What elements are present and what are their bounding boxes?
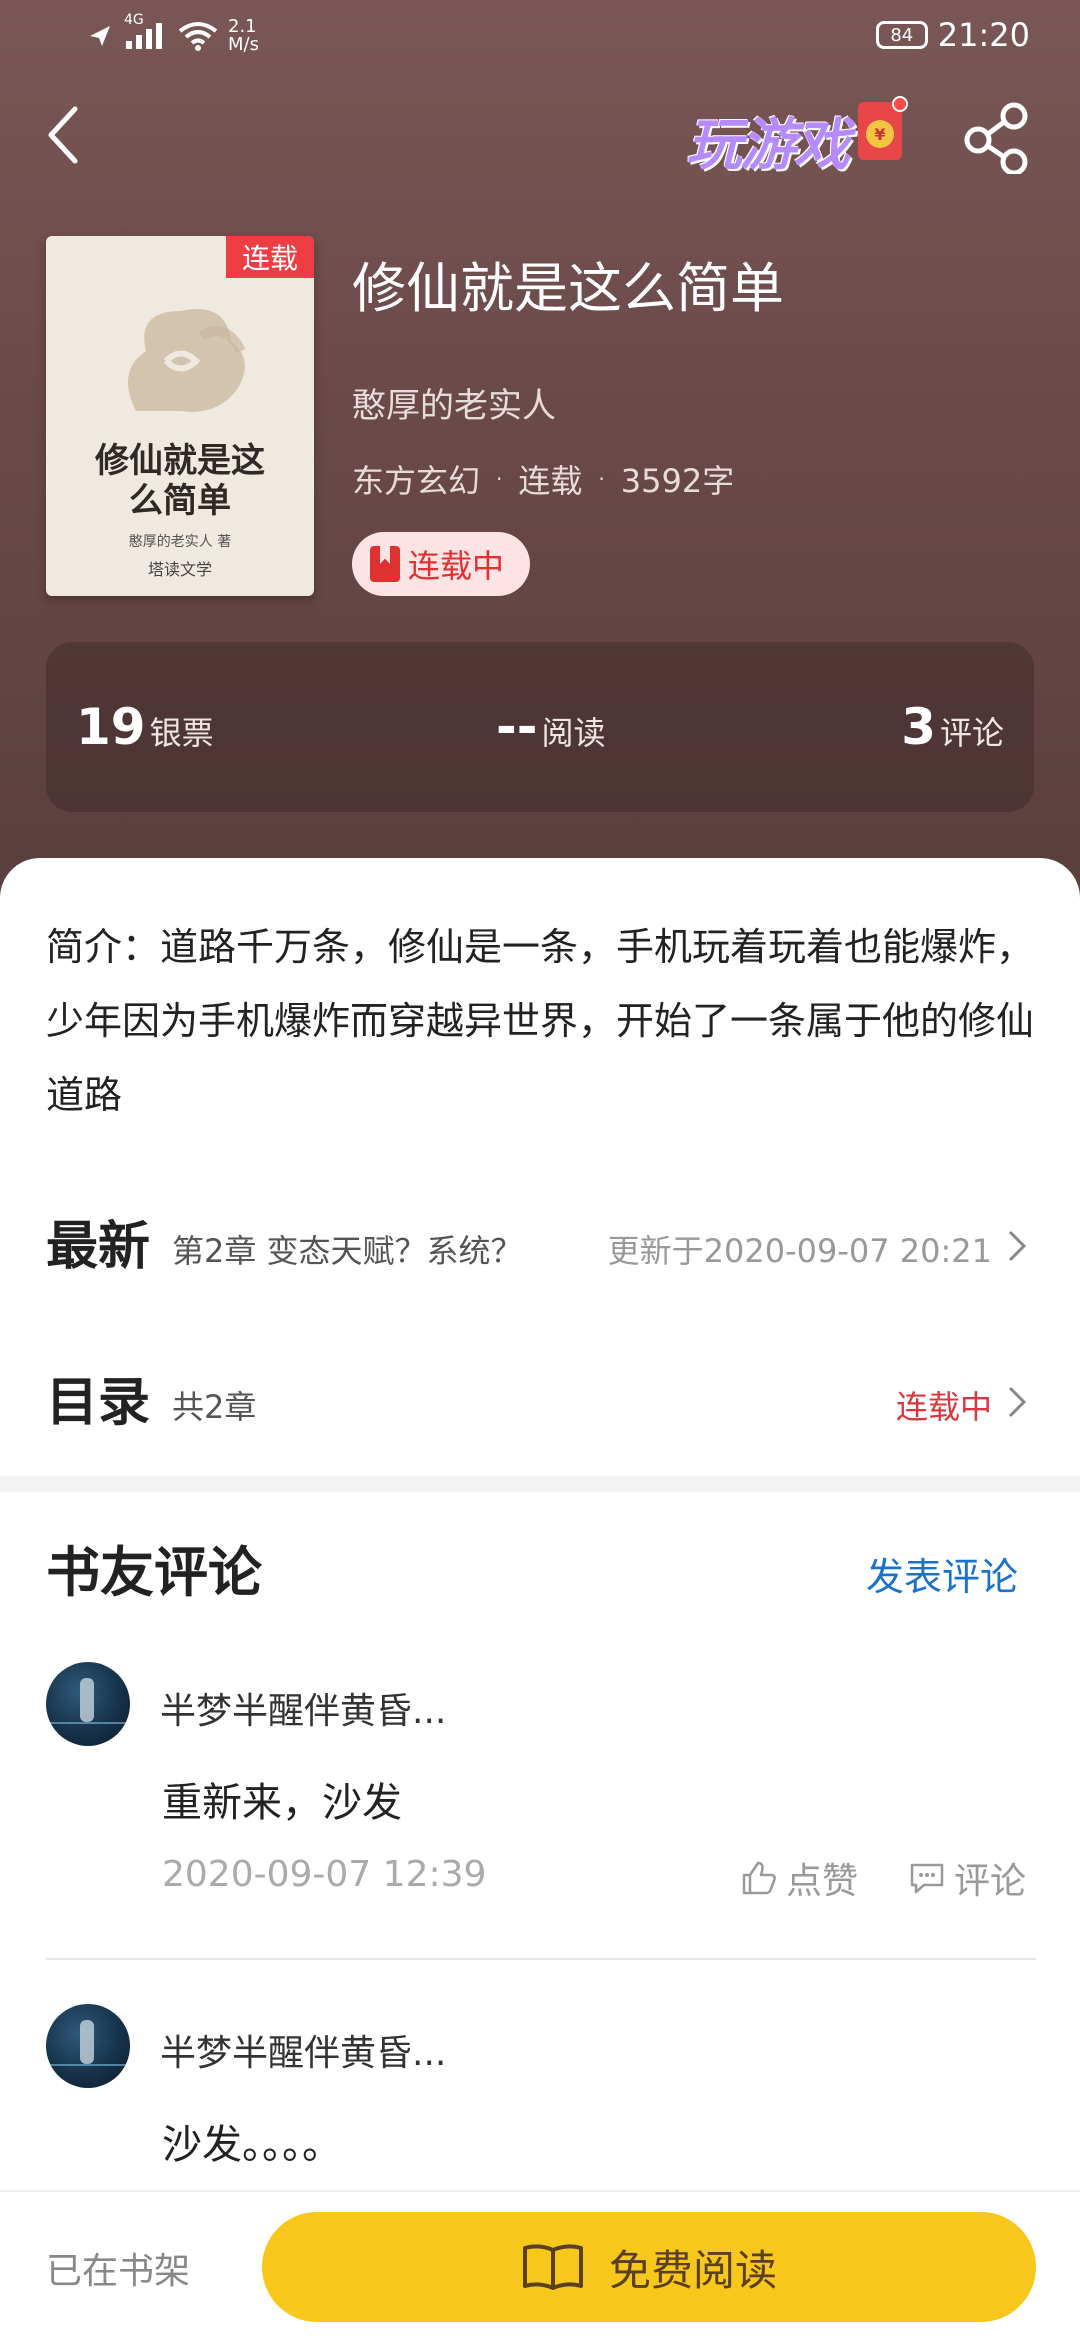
section-divider	[0, 1476, 1080, 1492]
reply-label: 评论	[954, 1861, 1027, 1902]
in-bookshelf-label[interactable]: 已在书架	[46, 2242, 190, 2294]
like-label: 点赞	[786, 1861, 859, 1902]
bookmark-icon	[370, 546, 400, 582]
cover-serial-badge: 连载	[226, 236, 314, 278]
stat-value: 19	[76, 698, 146, 756]
book-cover[interactable]: 连载 修仙就是这么简单 憨厚的老实人 著 塔读文学	[46, 236, 314, 596]
comments-title: 书友评论	[46, 1540, 262, 1604]
top-nav: 玩游戏 ¥	[0, 90, 1080, 180]
battery-icon: 84	[875, 21, 928, 49]
play-game-button[interactable]: 玩游戏 ¥	[686, 94, 908, 178]
coin-icon: ¥	[866, 120, 894, 148]
net-speed: 2.1 M/s	[228, 18, 259, 54]
cover-author: 憨厚的老实人 著	[128, 534, 232, 550]
open-book-icon	[522, 2244, 583, 2290]
avatar[interactable]	[46, 1662, 130, 1746]
comment-username[interactable]: 半梦半醒伴黄昏...	[160, 1682, 446, 1734]
status-bar: 4G 2.1 M/s 84 21:20	[0, 0, 1080, 80]
cover-publisher: 塔读文学	[147, 560, 212, 579]
book-header: 4G 2.1 M/s 84 21:20 玩游戏 ¥ 连载 修仙就是这么简单 憨厚…	[0, 0, 1080, 900]
chevron-right-icon	[1008, 1386, 1027, 1418]
network-type: 4G	[124, 12, 144, 28]
table-of-contents-row[interactable]: 目录 共2章 连载中	[46, 1354, 1036, 1434]
comment-text: 重新来，沙发	[162, 1780, 402, 1826]
comment-item: 半梦半醒伴黄昏... 沙发。。。。	[46, 2004, 1036, 2184]
book-genre: 东方玄幻	[352, 462, 481, 500]
stat-reads[interactable]: -- 阅读	[496, 698, 606, 756]
free-read-button[interactable]: 免费阅读	[262, 2212, 1036, 2322]
like-button[interactable]: 点赞	[740, 1852, 858, 1904]
book-meta: 东方玄幻 · 连载 · 3592字	[352, 456, 734, 502]
toc-chapter-count: 共2章	[172, 1388, 257, 1426]
stat-value: 3	[901, 698, 936, 756]
comment-username[interactable]: 半梦半醒伴黄昏...	[160, 2024, 446, 2076]
battery-level: 84	[890, 24, 914, 46]
stat-label: 阅读	[541, 714, 606, 752]
stat-label: 评论	[939, 714, 1004, 752]
stat-silver-tickets[interactable]: 19 银票	[76, 698, 214, 756]
latest-chapter-row[interactable]: 最新 第2章 变态天赋？系统？ 更新于2020-09-07 20:21	[46, 1198, 1036, 1278]
status-badge: 连载中	[352, 532, 531, 596]
comment-item: 半梦半醒伴黄昏... 重新来，沙发 2020-09-07 12:39 点赞 评论	[46, 1662, 1036, 1902]
comment-text: 沙发。。。。	[162, 2122, 342, 2168]
book-serial-status: 连载	[518, 462, 583, 500]
share-icon	[964, 102, 1028, 176]
location-arrow-icon	[90, 26, 110, 46]
latest-heading: 最新	[46, 1216, 151, 1277]
stat-label: 银票	[149, 714, 214, 752]
book-word-count: 3592字	[620, 462, 735, 500]
bottom-action-bar: 已在书架 免费阅读	[0, 2190, 1080, 2342]
comment-divider	[46, 1958, 1036, 1960]
thumbs-up-icon	[742, 1861, 776, 1895]
content-sheet: 简介：道路千万条，修仙是一条，手机玩着玩着也能爆炸，少年因为手机爆炸而穿越异世界…	[0, 858, 1080, 2340]
book-author[interactable]: 憨厚的老实人	[352, 378, 556, 427]
toc-heading: 目录	[46, 1372, 151, 1433]
red-packet-icon: ¥	[858, 96, 908, 160]
latest-updated-time: 更新于2020-09-07 20:21	[607, 1232, 992, 1270]
back-arrow-icon	[48, 106, 78, 164]
meta-separator: ·	[496, 467, 503, 491]
comment-bubble-icon	[910, 1863, 944, 1894]
chevron-right-icon	[1008, 1230, 1027, 1262]
free-read-label: 免费阅读	[608, 2245, 777, 2295]
back-button[interactable]	[28, 100, 98, 170]
notification-dot	[892, 96, 908, 112]
status-badge-label: 连载中	[408, 547, 505, 585]
toc-status: 连载中	[895, 1388, 992, 1426]
meta-separator: ·	[598, 467, 605, 491]
post-comment-button[interactable]: 发表评论	[866, 1546, 1018, 1601]
net-speed-unit: M/s	[228, 34, 259, 55]
book-title: 修仙就是这么简单	[352, 257, 784, 320]
avatar[interactable]	[46, 2004, 130, 2088]
play-game-label: 玩游戏	[686, 113, 850, 178]
comment-time: 2020-09-07 12:39	[162, 1854, 487, 1895]
reply-button[interactable]: 评论	[908, 1852, 1026, 1904]
cover-title: 修仙就是这么简单	[95, 441, 265, 521]
stat-value: --	[496, 698, 538, 756]
cover-cloud-emblem-icon	[128, 309, 246, 412]
book-intro[interactable]: 简介：道路千万条，修仙是一条，手机玩着玩着也能爆炸，少年因为手机爆炸而穿越异世界…	[46, 910, 1036, 1132]
share-button[interactable]	[962, 102, 1034, 176]
stats-panel: 19 银票 -- 阅读 3 评论	[46, 642, 1034, 812]
wifi-icon	[178, 22, 218, 51]
stat-comments[interactable]: 3 评论	[901, 698, 1004, 756]
latest-chapter-title: 第2章 变态天赋？系统？	[172, 1232, 523, 1270]
clock: 21:20	[937, 16, 1030, 54]
